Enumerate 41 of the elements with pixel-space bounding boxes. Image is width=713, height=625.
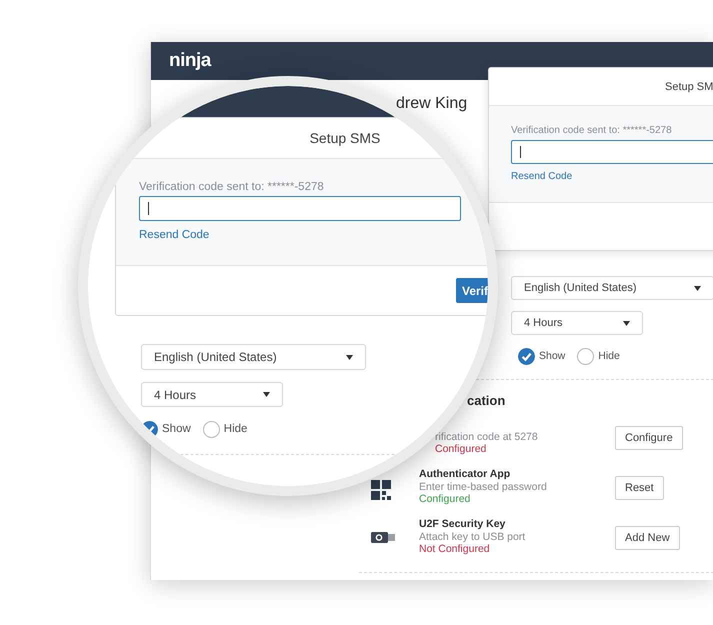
- usb-key-icon: [371, 532, 395, 543]
- status-text: Configured: [419, 493, 470, 506]
- caret-icon: [694, 286, 701, 290]
- language-select[interactable]: English (United States): [141, 344, 366, 370]
- resend-code-link[interactable]: Resend Code: [511, 171, 572, 182]
- radio-label: Show: [539, 350, 566, 362]
- qr-code-icon: [371, 480, 391, 500]
- caret-icon: [263, 392, 270, 397]
- method-name: Authenticator App: [419, 468, 510, 480]
- action-button[interactable]: Add New: [615, 526, 680, 550]
- radio-button[interactable]: [141, 420, 158, 438]
- modal-title: Setup SM: [665, 80, 713, 92]
- caret-icon: [346, 354, 353, 360]
- verify-button[interactable]: Verif: [456, 278, 488, 303]
- logo: ninja: [169, 50, 211, 72]
- code-input[interactable]: [511, 140, 713, 164]
- status-text: Not Configured: [419, 543, 490, 556]
- field-label: Verification code sent to: ******-5278: [139, 180, 325, 194]
- method-description: Attach key to USB port: [419, 530, 526, 543]
- radio-button[interactable]: [202, 420, 220, 438]
- radio-button[interactable]: [518, 348, 535, 364]
- action-button[interactable]: Configure: [615, 426, 683, 450]
- language-select[interactable]: English (United States): [511, 276, 713, 300]
- status-text: Configured: [435, 443, 486, 456]
- action-button[interactable]: Reset: [615, 476, 664, 500]
- caret-icon: [623, 320, 630, 326]
- radio-button[interactable]: [577, 348, 594, 364]
- radio-label: Hide: [598, 350, 620, 362]
- method-name: U2F Security Key: [419, 518, 506, 530]
- radio-label: Hide: [224, 423, 248, 435]
- user-name: drew King: [396, 94, 468, 114]
- code-input[interactable]: [139, 196, 461, 221]
- method-description: rification code at 5278: [435, 430, 538, 443]
- modal-title: Setup SMS: [310, 130, 380, 146]
- timeout-select[interactable]: 4 Hours: [511, 311, 643, 335]
- resend-code-link[interactable]: Resend Code: [139, 229, 210, 241]
- timeout-select[interactable]: 4 Hours: [141, 382, 283, 407]
- field-label: Verification code sent to: ******-5278: [511, 125, 673, 137]
- section-heading: cation: [467, 393, 506, 409]
- radio-label: Show: [162, 423, 191, 435]
- method-description: Enter time-based password: [419, 480, 547, 493]
